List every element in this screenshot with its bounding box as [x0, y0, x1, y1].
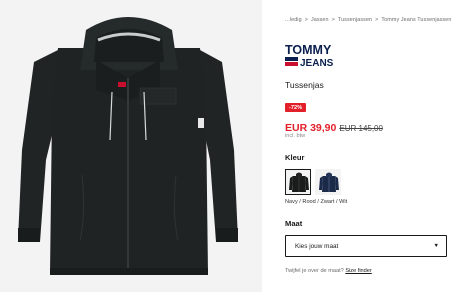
flag-navy [285, 57, 298, 61]
swatch-jacket-navy-image [319, 172, 339, 192]
flag-red [285, 62, 298, 66]
breadcrumb-item-current: Tommy Jeans Tussenjassen [381, 17, 452, 23]
color-swatch-navy[interactable] [315, 169, 341, 195]
selected-color-name: Navy / Rood / Zwart / Wit [285, 199, 348, 205]
breadcrumb-separator: > [331, 17, 335, 23]
size-help-question: Twijfel je over de maat? [285, 268, 344, 274]
breadcrumb: ...ledig > Jassen > Tussenjassen > Tommy Jeans… [285, 17, 452, 23]
product-image-gallery[interactable] [0, 0, 262, 292]
size-label: Maat [285, 219, 303, 228]
breadcrumb-separator: > [375, 17, 379, 23]
size-finder-link[interactable]: Size finder [345, 268, 371, 274]
size-help: Twijfel je over de maat? Size finder [285, 268, 372, 274]
brand-line1: TOMMY [285, 43, 332, 57]
product-name: Tussenjas [285, 80, 324, 90]
tommy-jeans-logo[interactable]: TOMMY JEANS [285, 43, 347, 71]
brand-line2: JEANS [300, 58, 334, 69]
original-price: EUR 145,00 [339, 124, 383, 133]
product-jacket-image [0, 0, 262, 292]
breadcrumb-item-tussenjassen[interactable]: Tussenjassen [338, 17, 372, 23]
vat-note: incl. btw [285, 133, 306, 139]
breadcrumb-separator: > [304, 17, 308, 23]
size-select-placeholder: Kies jouw maat [295, 242, 339, 250]
breadcrumb-item-jassen[interactable]: Jassen [311, 17, 329, 23]
color-label: Kleur [285, 153, 305, 162]
discount-badge: -72% [285, 103, 307, 112]
chevron-down-icon: ▼ [433, 243, 439, 249]
size-select[interactable]: Kies jouw maat ▼ [285, 235, 447, 257]
breadcrumb-item-category[interactable]: ...ledig [285, 17, 302, 23]
color-swatch-black[interactable] [285, 169, 311, 195]
product-info-panel: ...ledig > Jassen > Tussenjassen > Tommy Jeans… [285, 0, 475, 292]
swatch-jacket-black-image [289, 172, 309, 192]
